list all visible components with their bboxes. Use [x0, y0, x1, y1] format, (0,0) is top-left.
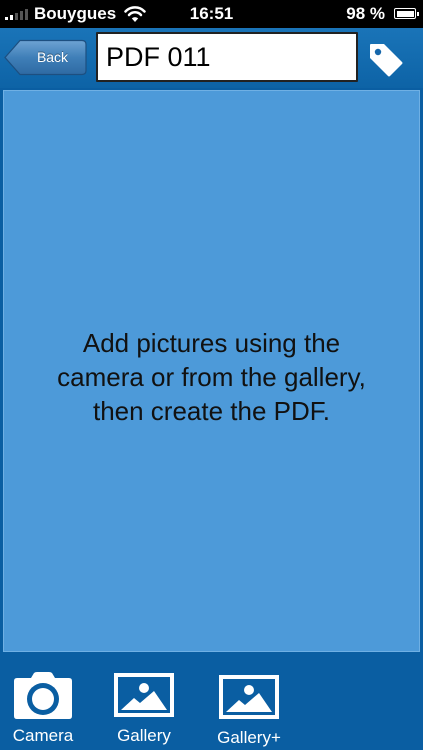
- back-button[interactable]: Back: [4, 39, 87, 76]
- status-bar: Bouygues 16:51 98 %: [0, 0, 423, 28]
- image-icon: [219, 675, 279, 719]
- image-icon: [114, 673, 174, 717]
- gallery-plus-button[interactable]: Gallery+: [208, 655, 290, 750]
- gallery-plus-label: Gallery+: [217, 728, 281, 747]
- gallery-label: Gallery: [117, 726, 171, 745]
- back-button-label: Back: [36, 49, 69, 65]
- camera-button[interactable]: Camera: [0, 655, 86, 750]
- nav-bar: Back: [0, 28, 423, 88]
- document-title-field[interactable]: [96, 32, 358, 82]
- bottom-toolbar: Camera Gallery Gallery+: [0, 655, 423, 750]
- gallery-button[interactable]: Gallery: [106, 655, 182, 750]
- battery-icon: [394, 8, 419, 19]
- camera-label: Camera: [12, 726, 74, 745]
- empty-state-hint: Add pictures using the camera or from th…: [57, 328, 366, 426]
- pictures-area: Add pictures using the camera or from th…: [3, 90, 420, 652]
- tag-icon[interactable]: [367, 41, 405, 79]
- camera-icon: [14, 672, 72, 719]
- battery-percentage: 98 %: [346, 4, 385, 23]
